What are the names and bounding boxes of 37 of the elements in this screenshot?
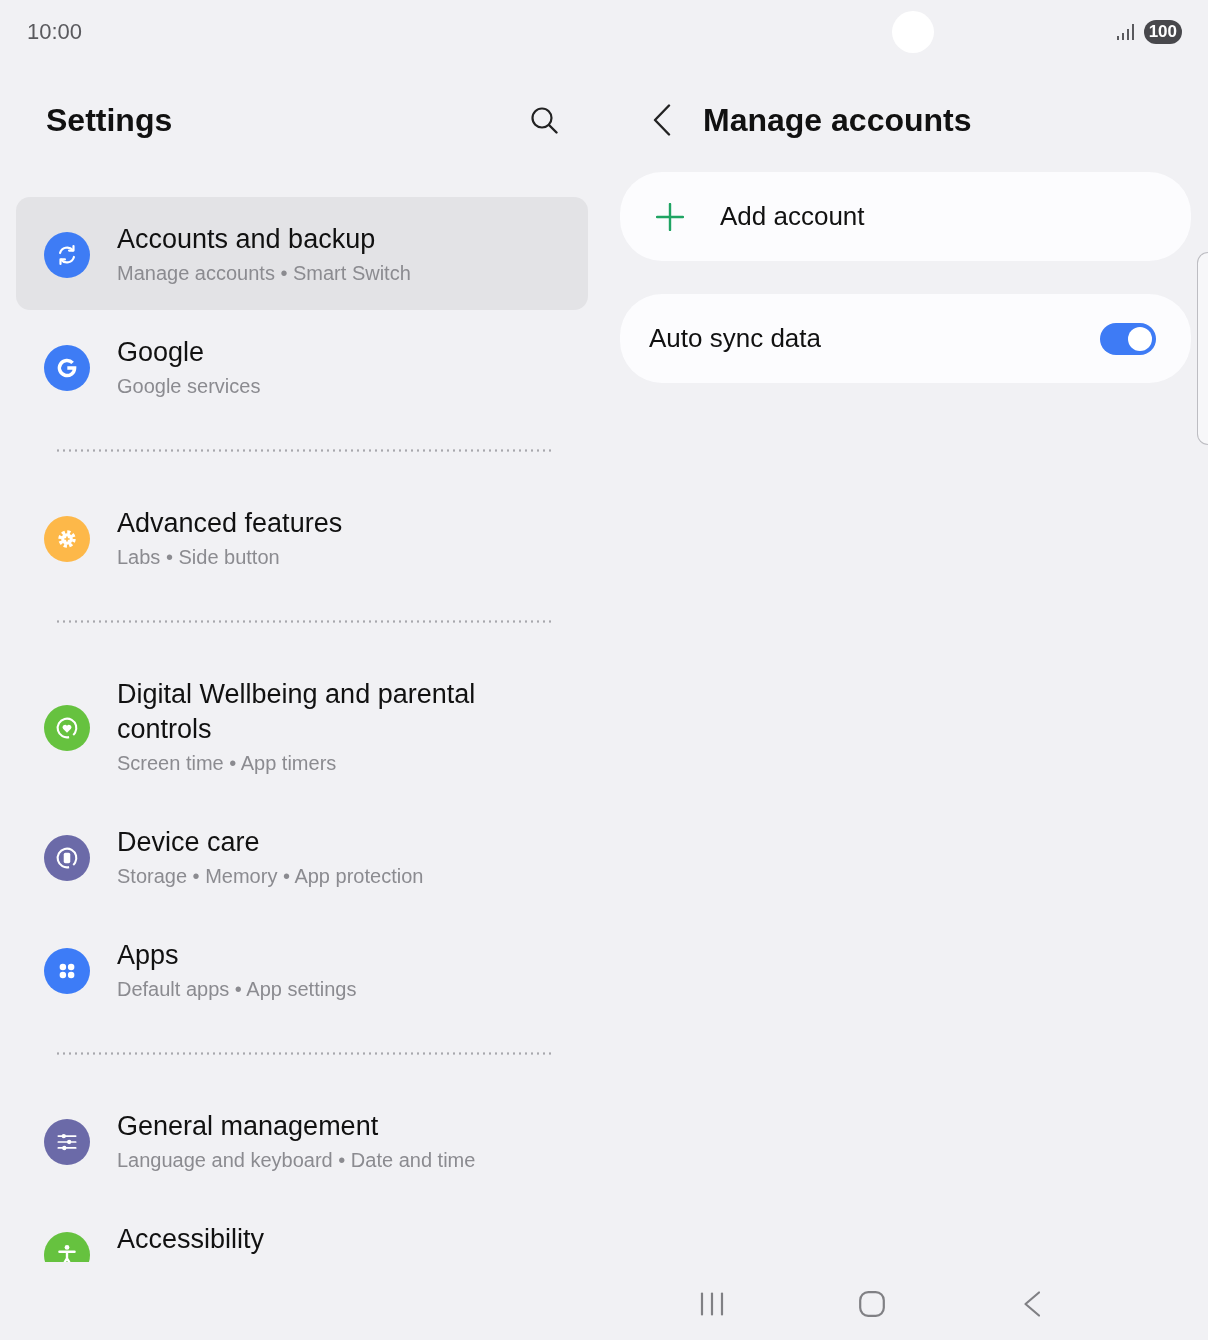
- edge-panel-handle[interactable]: [1197, 252, 1208, 445]
- auto-sync-label: Auto sync data: [649, 323, 821, 354]
- panel-title: Manage accounts: [703, 101, 972, 139]
- home-icon[interactable]: [859, 1291, 885, 1317]
- settings-list-item[interactable]: Digital Wellbeing and parental controls Screen time • App timers: [16, 652, 588, 800]
- battery-level: 100: [1143, 20, 1182, 44]
- settings-list-item[interactable]: Advanced features Labs • Side button: [16, 481, 588, 594]
- signal-icon: [1116, 24, 1135, 40]
- back-icon[interactable]: [653, 104, 671, 136]
- item-title: Accounts and backup: [117, 223, 376, 256]
- panel-title: Settings: [46, 101, 173, 139]
- item-subtitle: Language and keyboard • Date and time: [117, 1148, 476, 1173]
- item-subtitle: Screen time • App timers: [117, 751, 337, 776]
- settings-list-item[interactable]: Accounts and backup Manage accounts • Smart Switch: [16, 197, 588, 310]
- item-subtitle: Manage accounts • Smart Switch: [117, 261, 411, 286]
- recent-apps-icon[interactable]: [700, 1292, 724, 1316]
- settings-list-item[interactable]: Accessibility: [16, 1197, 588, 1262]
- item-title: Google: [117, 336, 205, 369]
- item-title: Device care: [117, 826, 260, 859]
- settings-list-item[interactable]: Google Google services: [16, 310, 588, 423]
- settings-list-item[interactable]: Apps Default apps • App settings: [16, 913, 588, 1026]
- settings-list-item[interactable]: Device care Storage • Memory • App protection: [16, 800, 588, 913]
- item-title: Accessibility: [117, 1223, 265, 1256]
- item-title: Apps: [117, 939, 179, 972]
- plus-icon: [656, 202, 684, 231]
- item-title: Advanced features: [117, 507, 343, 540]
- item-subtitle: Storage • Memory • App protection: [117, 864, 424, 889]
- item-subtitle: Default apps • App settings: [117, 977, 357, 1002]
- item-title: General management: [117, 1110, 379, 1143]
- item-title: Digital Wellbeing and parental controls: [117, 678, 477, 746]
- add-account-button[interactable]: Add account: [620, 172, 1191, 261]
- settings-list-item[interactable]: General management Language and keyboard • Date and time: [16, 1084, 588, 1197]
- toggle-switch[interactable]: [1100, 322, 1156, 355]
- status-time: 10:00: [27, 19, 83, 45]
- item-subtitle: Google services: [117, 374, 261, 399]
- search-icon[interactable]: [530, 106, 558, 134]
- item-subtitle: Labs • Side button: [117, 545, 280, 570]
